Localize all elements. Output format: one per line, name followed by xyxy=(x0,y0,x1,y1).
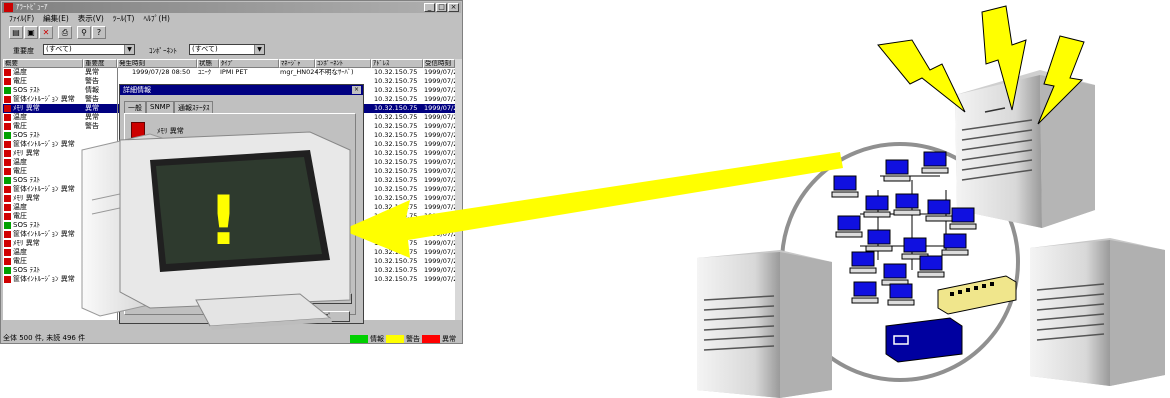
workstation-icon xyxy=(949,207,977,230)
pc-computer: ! xyxy=(81,131,351,330)
alert-arrow xyxy=(342,152,843,258)
server-main xyxy=(955,70,1095,228)
server-left xyxy=(697,250,832,398)
workstation-icon xyxy=(865,229,893,252)
router-icon xyxy=(885,317,963,363)
workstation-icon xyxy=(883,159,911,182)
network-illustration: ! xyxy=(81,5,1165,398)
server-right xyxy=(1030,238,1165,386)
workstation-icon xyxy=(941,233,969,256)
workstation-icon xyxy=(849,251,877,274)
workstation-icon xyxy=(851,281,879,304)
workstation-icon xyxy=(863,195,891,218)
workstation-icon xyxy=(887,283,915,306)
warning-icon: ! xyxy=(208,182,239,261)
workstation-icon xyxy=(917,255,945,278)
workstation-icon xyxy=(831,175,859,198)
workstation-icon xyxy=(925,199,953,222)
workstation-icon xyxy=(835,215,863,238)
hub-icon xyxy=(937,275,1017,315)
workstation-icon xyxy=(881,263,909,286)
workstation-icon xyxy=(893,193,921,216)
lan-clients xyxy=(831,151,977,306)
workstation-icon xyxy=(921,151,949,174)
